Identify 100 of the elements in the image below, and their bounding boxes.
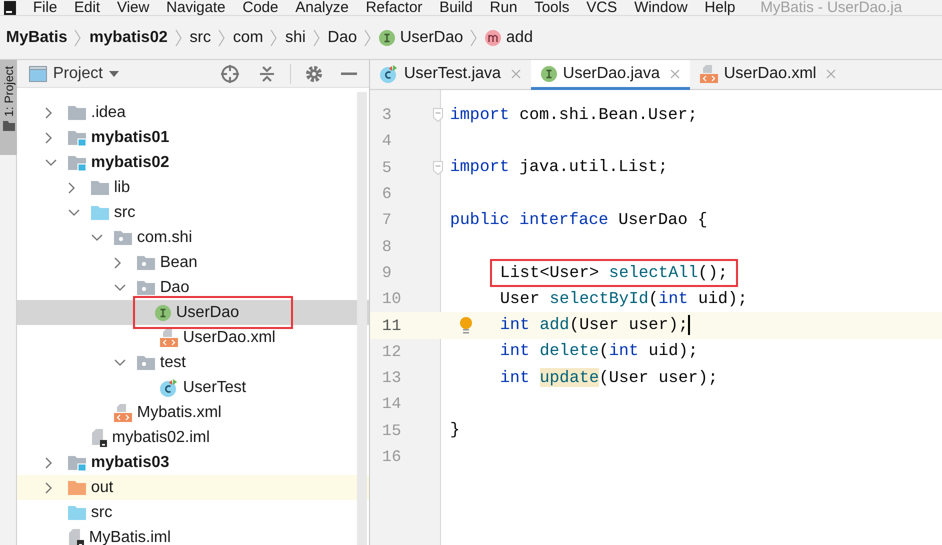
minimize-icon (341, 72, 357, 76)
breadcrumb-item[interactable]: mybatis02 (89, 26, 168, 50)
tree-row[interactable]: Dao (17, 275, 369, 300)
editor-tab[interactable]: UserTest.java (370, 60, 531, 90)
class-icon (160, 378, 178, 396)
menu-item[interactable]: View (117, 0, 150, 16)
tree-row[interactable]: mybatis01 (17, 125, 369, 150)
line-number: 11 (381, 316, 402, 337)
method-icon (485, 30, 502, 46)
close-icon (510, 68, 521, 78)
tree-item-label: UserTest (183, 378, 246, 398)
chevron-right-icon (312, 28, 321, 46)
breadcrumb-item[interactable]: shi (285, 26, 306, 50)
chevron-right-icon (174, 28, 183, 46)
breadcrumb-item[interactable]: UserDao (379, 26, 464, 50)
line-number: 13 (381, 368, 402, 390)
tree-item-label: UserDao.xml (183, 328, 276, 348)
line-number: 8 (381, 236, 393, 258)
tree-row[interactable]: src (17, 200, 369, 225)
tree-row[interactable]: out (17, 475, 369, 500)
close-icon (670, 68, 680, 78)
tree-row[interactable]: lib (17, 175, 369, 200)
tree-row[interactable]: mybatis03 (17, 450, 369, 475)
breadcrumb-item[interactable]: add (485, 26, 533, 50)
code-line: List<User> selectAll(); (500, 262, 728, 284)
line-number: 15 (381, 420, 402, 442)
menu-item[interactable]: File (33, 0, 58, 16)
module-folder-icon (68, 154, 86, 170)
breadcrumb-item[interactable]: src (190, 26, 211, 50)
collapse-icon (258, 64, 276, 82)
code-line: int update(User user); (500, 366, 718, 389)
line-number: 5 (381, 158, 393, 179)
code-line: int delete(int uid); (500, 340, 698, 362)
menu-item[interactable]: Navigate (166, 0, 226, 16)
tree-row[interactable]: .idea (17, 100, 369, 125)
menu-item[interactable]: Refactor (366, 0, 422, 16)
line-number: 9 (381, 262, 393, 284)
folder-icon (2, 120, 14, 131)
editor-tab[interactable]: UserDao.java (530, 60, 690, 90)
menu-item[interactable]: Analyze (295, 0, 349, 16)
chevron-right-icon (270, 28, 278, 46)
package-icon (137, 280, 155, 295)
locate-icon (220, 64, 240, 84)
line-number: 6 (381, 184, 393, 206)
scrollbar[interactable] (357, 92, 367, 545)
menu-item[interactable]: VCS (586, 0, 618, 16)
xml-file-icon (700, 64, 718, 82)
code-line: import com.shi.Bean.User; (450, 104, 698, 126)
chevron-right-icon (470, 28, 478, 46)
tree-row[interactable]: src (17, 500, 369, 525)
line-number: 12 (381, 342, 402, 363)
line-number: 10 (381, 289, 402, 310)
tree-row[interactable]: mybatis02.iml (17, 425, 369, 450)
tree-row[interactable]: UserDao.xml (17, 325, 369, 350)
tree-row[interactable]: mybatis02 (17, 150, 369, 175)
tree-item-label: UserDao (176, 302, 240, 322)
side-tab[interactable]: 1: Project (0, 60, 17, 155)
tree-item-label: Bean (160, 252, 198, 272)
folder-icon (68, 480, 86, 495)
tree-row[interactable]: Mybatis.xml (17, 400, 369, 425)
line-number: 14 (381, 394, 402, 416)
tree-row[interactable]: UserTest (17, 375, 369, 400)
tree-item-label: MyBatis.iml (89, 528, 171, 545)
menu-item[interactable]: Window (634, 0, 688, 16)
tree-item-label: out (91, 478, 114, 498)
menu-item[interactable]: Run (490, 0, 518, 16)
tree-item-label: test (160, 352, 186, 372)
menu-item[interactable]: Tools (534, 0, 570, 16)
chevron-right-icon (218, 28, 226, 46)
text-cursor (688, 314, 690, 335)
xml-file-icon (160, 328, 178, 346)
breadcrumb-item[interactable]: com (232, 26, 264, 50)
close-icon (826, 68, 836, 78)
editor-tab[interactable]: UserDao.xml (690, 60, 846, 90)
interface-icon (540, 66, 557, 82)
tree-item-label: src (114, 202, 136, 222)
app-logo-icon (4, 0, 16, 14)
tree-row[interactable]: Bean (17, 250, 369, 275)
tree-item-label: com.shi (137, 228, 192, 248)
folder-icon (91, 205, 109, 220)
menu-item[interactable]: Help (704, 0, 736, 16)
menu-item[interactable]: Edit (74, 0, 100, 16)
panel-title[interactable]: Project (53, 62, 103, 86)
panel-icon (29, 66, 47, 82)
menu-item[interactable]: Code (242, 0, 278, 16)
tree-item-label: src (91, 502, 112, 522)
package-icon (137, 355, 155, 370)
tree-row[interactable]: MyBatis.iml (17, 525, 369, 545)
breadcrumb-item[interactable]: Dao (328, 26, 357, 50)
breadcrumb-item[interactable]: MyBatis (6, 26, 68, 50)
tree-row[interactable]: test (17, 350, 369, 375)
folder-icon (68, 505, 86, 520)
code-line: public interface UserDao { (450, 208, 708, 231)
tree-item-label: mybatis01 (91, 128, 170, 148)
tree-row[interactable]: com.shi (17, 225, 369, 250)
interface-icon (379, 30, 395, 46)
line-number: 4 (381, 131, 393, 152)
menu-item[interactable]: Build (439, 0, 473, 16)
tree-item-label: .idea (91, 102, 126, 122)
chevron-right-icon (74, 28, 82, 46)
